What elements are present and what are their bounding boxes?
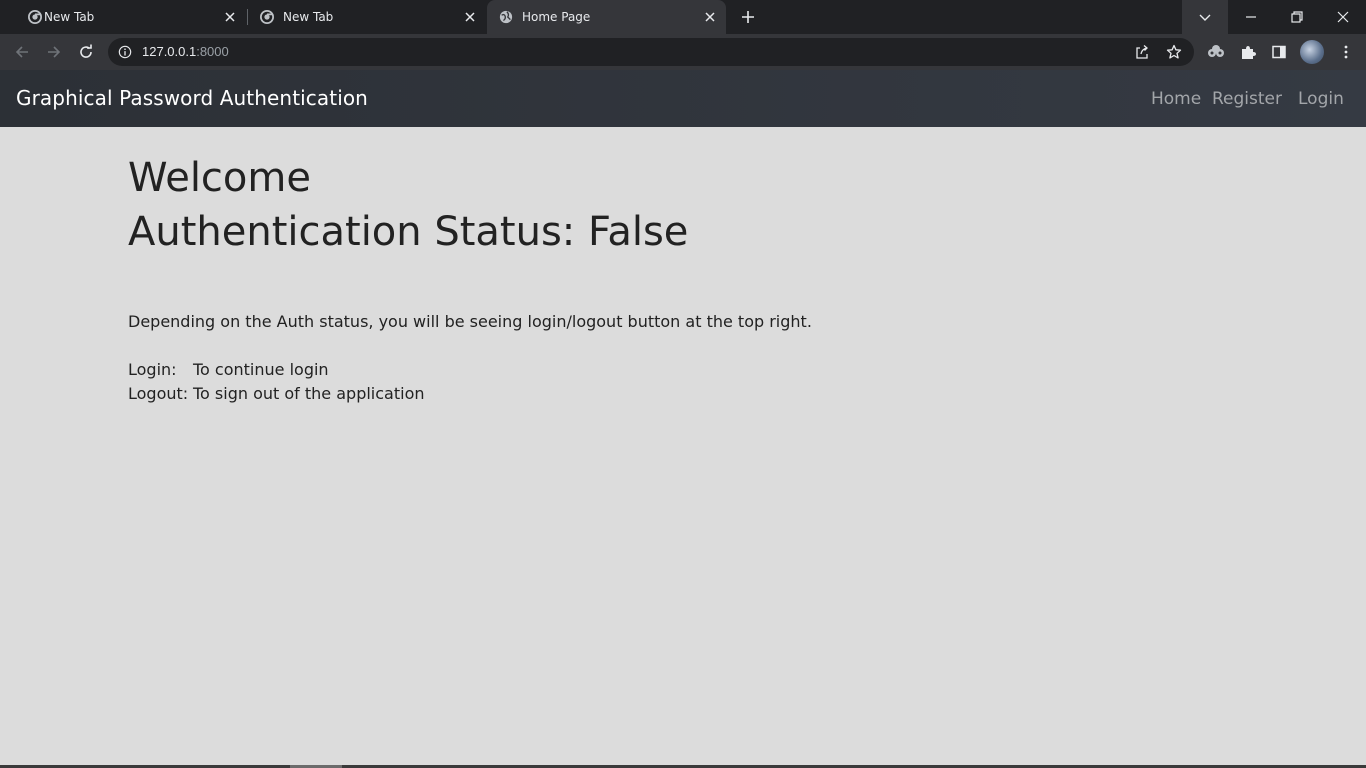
definition-text: To continue login <box>193 360 329 379</box>
minimize-icon <box>1246 16 1256 18</box>
restore-button[interactable] <box>1274 0 1320 34</box>
url-host: 127.0.0.1 <box>142 44 197 59</box>
restore-icon <box>1291 11 1303 23</box>
info-icon[interactable] <box>118 45 132 59</box>
tab-home-page[interactable]: Home Page <box>487 0 726 34</box>
tab-search-button[interactable] <box>1182 0 1228 34</box>
url-port: :8000 <box>196 44 229 59</box>
back-button[interactable] <box>10 40 34 64</box>
chrome-icon <box>28 10 42 24</box>
browser-menu-button[interactable] <box>1334 40 1358 64</box>
minimize-button[interactable] <box>1228 0 1274 34</box>
tab-title: Home Page <box>522 10 591 24</box>
definition-login: Login: To continue login <box>128 360 329 380</box>
tab-new-tab-2[interactable]: New Tab <box>248 0 486 34</box>
definition-term: Logout: <box>128 384 189 403</box>
reload-icon <box>80 44 92 58</box>
tab-title: New Tab <box>283 10 334 24</box>
site-navbar: Graphical Password Authentication Home R… <box>0 70 1366 127</box>
back-arrow-icon <box>15 46 28 58</box>
address-bar[interactable]: 127.0.0.1:8000 <box>108 38 1194 66</box>
puzzle-icon <box>1242 46 1256 59</box>
window-close-icon <box>1337 11 1349 23</box>
nav-link-home[interactable]: Home <box>1151 88 1201 110</box>
definition-text: To sign out of the application <box>193 384 425 403</box>
browser-tab-bar: New Tab New Tab Home Page <box>0 0 1366 34</box>
close-window-button[interactable] <box>1320 0 1366 34</box>
description-text: Depending on the Auth status, you will b… <box>128 312 812 331</box>
profile-avatar[interactable] <box>1300 40 1324 64</box>
chevron-down-icon <box>1199 14 1211 21</box>
close-icon[interactable] <box>222 9 238 25</box>
close-icon[interactable] <box>462 9 478 25</box>
menu-dots-icon <box>1344 45 1348 59</box>
tab-new-tab-1[interactable]: New Tab <box>8 0 246 34</box>
side-panel-button[interactable] <box>1267 40 1291 64</box>
welcome-heading: Welcome <box>128 155 311 201</box>
globe-icon <box>499 10 513 24</box>
side-panel-icon <box>1272 45 1286 59</box>
extension-icon <box>1208 45 1224 57</box>
chrome-icon <box>260 10 274 24</box>
close-icon[interactable] <box>702 9 718 25</box>
share-icon[interactable] <box>1134 44 1150 60</box>
star-icon[interactable] <box>1166 44 1182 60</box>
definition-logout: Logout: To sign out of the application <box>128 384 425 404</box>
forward-arrow-icon <box>48 46 61 58</box>
new-tab-button[interactable] <box>736 5 760 29</box>
site-brand[interactable]: Graphical Password Authentication <box>16 86 368 110</box>
url-text[interactable]: 127.0.0.1:8000 <box>142 45 229 59</box>
extension-button[interactable] <box>1204 40 1228 64</box>
extensions-menu-button[interactable] <box>1236 40 1260 64</box>
nav-link-register[interactable]: Register <box>1212 88 1282 110</box>
definition-term: Login: <box>128 360 177 379</box>
browser-toolbar: 127.0.0.1:8000 <box>0 34 1366 70</box>
plus-icon <box>742 11 754 23</box>
nav-link-login[interactable]: Login <box>1298 88 1344 110</box>
forward-button[interactable] <box>42 40 66 64</box>
reload-button[interactable] <box>74 40 98 64</box>
tab-title: New Tab <box>44 10 95 24</box>
auth-status-heading: Authentication Status: False <box>128 209 689 255</box>
